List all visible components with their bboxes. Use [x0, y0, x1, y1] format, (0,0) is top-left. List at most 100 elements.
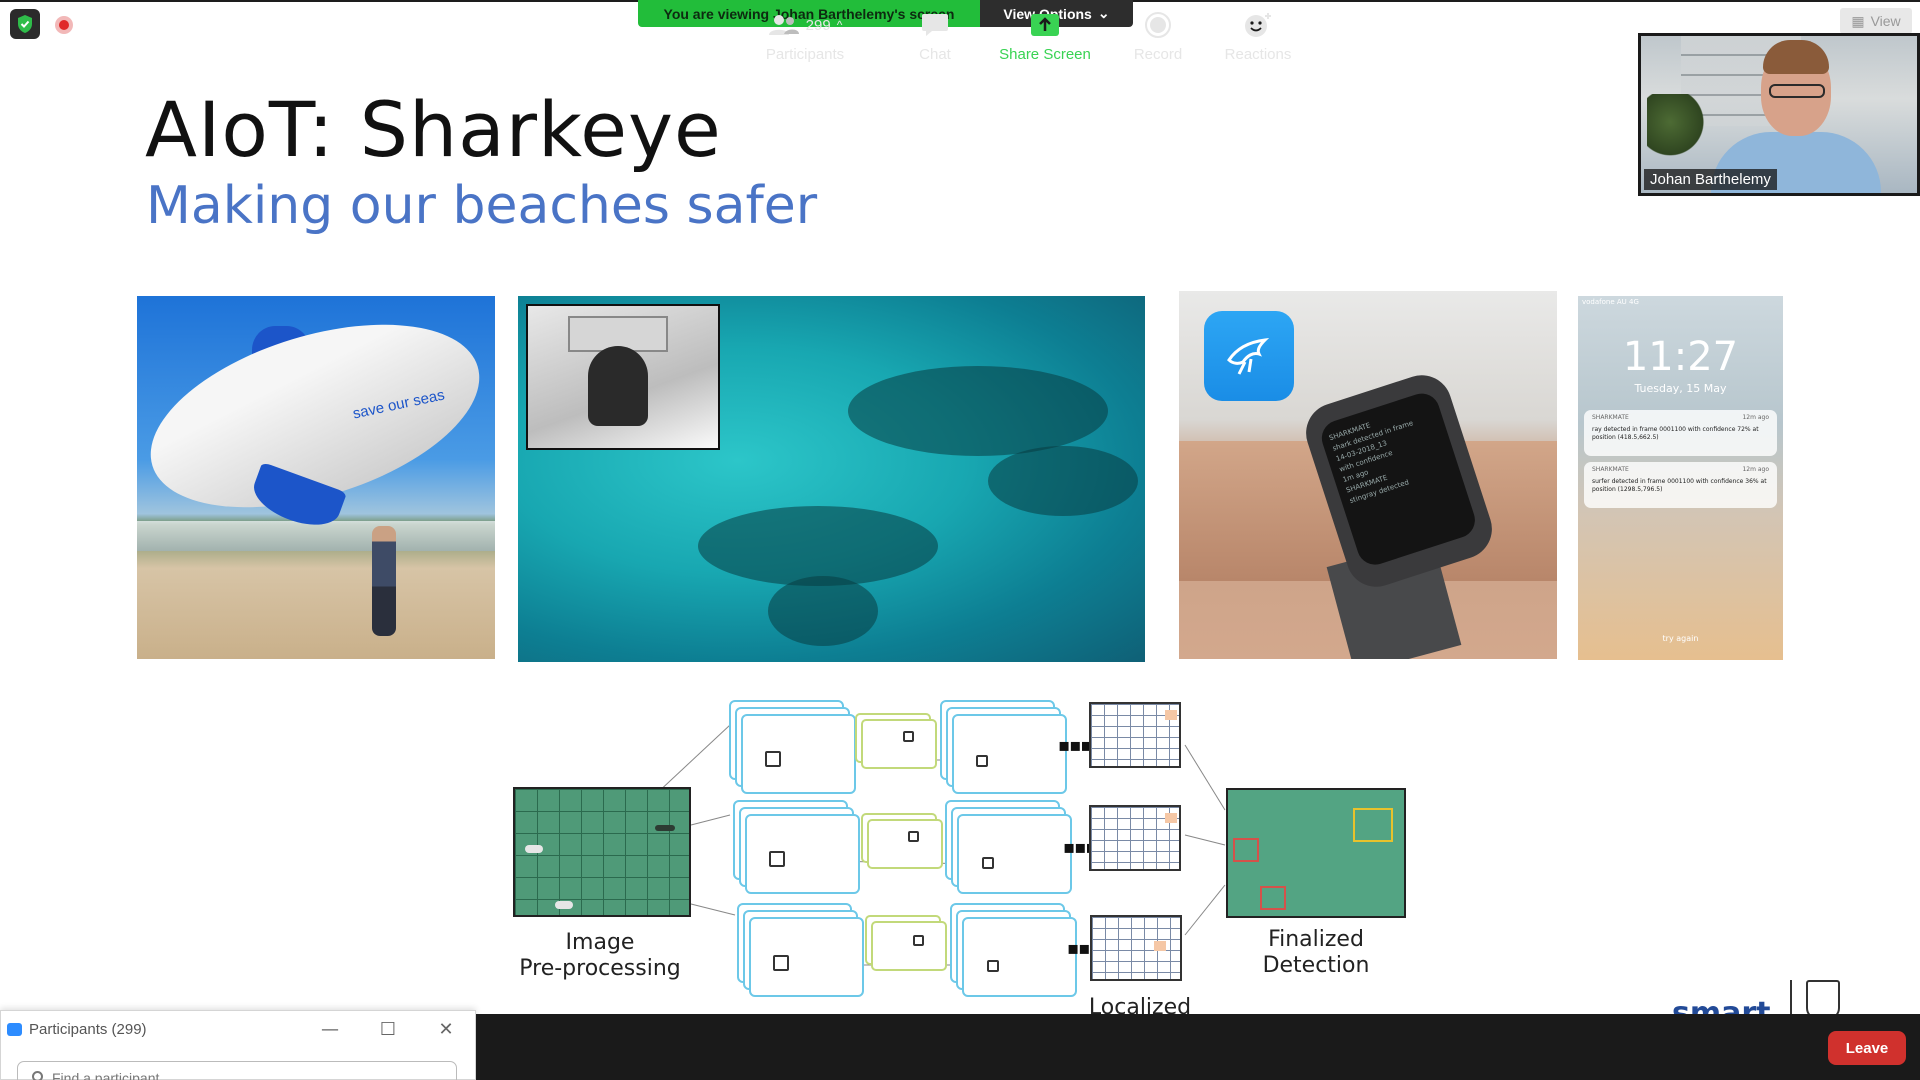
- share-screen-icon: [1031, 14, 1059, 36]
- anchor-box: [903, 731, 914, 742]
- search-placeholder: Find a participant: [52, 1070, 160, 1080]
- grid-view-icon: ▦: [1851, 12, 1865, 29]
- recording-indicator-icon: [55, 16, 73, 34]
- notification-app: SHARKMATE: [1592, 466, 1629, 473]
- leave-button[interactable]: Leave: [1828, 1031, 1906, 1065]
- feature-map-stack: [962, 917, 1077, 997]
- share-screen-button[interactable]: Share Screen: [995, 0, 1095, 66]
- phone-footer-text: try again: [1662, 634, 1699, 643]
- video-background-plant: [1647, 94, 1705, 164]
- slide-title: AIoT: Sharkeye: [145, 85, 722, 174]
- notification-text: ray detected in frame 0001100 with confi…: [1592, 426, 1759, 441]
- notification-time: 12m ago: [1742, 466, 1769, 473]
- phone-notification: SHARKMATE 12m ago ray detected in frame …: [1584, 410, 1777, 456]
- finalized-label: Finalized: [1268, 927, 1364, 952]
- record-label: Record: [1133, 46, 1183, 63]
- smartwatch-photo: SHARKMATE shark detected in frame 14-03-…: [1179, 291, 1557, 659]
- feature-map-stack: [741, 714, 856, 794]
- record-button[interactable]: Record: [1118, 0, 1198, 66]
- maximize-icon[interactable]: ☐: [373, 1015, 403, 1043]
- swimmer-dot: [555, 901, 573, 909]
- preprocessing-grid-image: [513, 787, 691, 917]
- anchor-box: [987, 960, 999, 972]
- swimmer-dot: [525, 845, 543, 853]
- participants-label: Participants: [765, 46, 845, 63]
- phone-lockscreen-photo: vodafone AU 4G 11:27 Tuesday, 15 May SHA…: [1578, 296, 1783, 660]
- view-button[interactable]: ▦ View: [1840, 8, 1912, 34]
- speaker-glasses: [1769, 84, 1825, 98]
- feature-map-stack: [745, 814, 860, 894]
- aerial-ocean-photo: [518, 296, 1145, 662]
- reef-shape: [848, 366, 1108, 456]
- anchor-box: [773, 955, 789, 971]
- share-screen-label: Share Screen: [999, 46, 1091, 63]
- anchor-box: [976, 755, 988, 767]
- small-feature-stack: [861, 719, 937, 769]
- phone-notification: SHARKMATE 12m ago surfer detected in fra…: [1584, 462, 1777, 508]
- minimize-icon[interactable]: —: [315, 1015, 345, 1043]
- localization-grid: [1090, 915, 1182, 981]
- localization-grid: [1089, 805, 1181, 871]
- camera-inset-photo: [526, 304, 720, 450]
- detection-pipeline-diagram: Image Pre-processing ▪▪▪ ▪▪▪ ▪▪ Localize…: [505, 695, 1425, 1020]
- anchor-box: [769, 851, 785, 867]
- phone-status-bar: vodafone AU 4G: [1582, 298, 1639, 306]
- participants-panel-title: Participants (299): [29, 1021, 147, 1038]
- shark-shape: [655, 825, 675, 831]
- person-figure: [372, 526, 396, 636]
- feature-map-stack: [957, 814, 1072, 894]
- sharkmate-app-icon: [1204, 311, 1294, 401]
- detection-label: Detection: [1262, 953, 1370, 978]
- close-icon[interactable]: ✕: [431, 1015, 461, 1043]
- preprocessing-label: Pre-processing: [519, 956, 681, 981]
- ellipsis-dots: ▪▪▪: [1058, 735, 1093, 756]
- feature-map-stack: [952, 714, 1067, 794]
- anchor-box: [913, 935, 924, 946]
- feature-map-stack: [749, 917, 864, 997]
- participant-name-label: Johan Barthelemy: [1644, 169, 1777, 190]
- participants-count: 299: [805, 16, 831, 34]
- notification-text: surfer detected in frame 0001100 with co…: [1592, 478, 1767, 493]
- reactions-icon: [1245, 13, 1271, 37]
- swimmer-detection-box: [1260, 886, 1286, 910]
- chevron-down-icon: ⌄: [1097, 5, 1110, 21]
- anchor-box: [765, 751, 781, 767]
- chat-button[interactable]: Chat: [900, 0, 970, 66]
- surf-wave: [137, 521, 495, 551]
- reef-shape: [988, 446, 1138, 516]
- notification-time: 12m ago: [1742, 414, 1769, 421]
- phone-date: Tuesday, 15 May: [1634, 382, 1727, 395]
- chat-icon: [922, 14, 948, 36]
- anchor-box: [908, 831, 919, 842]
- participants-panel[interactable]: Participants (299) — ☐ ✕ Find a particip…: [0, 1010, 476, 1080]
- image-label: Image: [565, 930, 635, 955]
- participants-button[interactable]: 299 ^ Participants: [750, 0, 860, 66]
- localization-grid: [1089, 702, 1181, 768]
- participant-search-input[interactable]: Find a participant: [17, 1061, 457, 1080]
- finalized-detection-image: [1226, 788, 1406, 918]
- view-label: View: [1870, 13, 1901, 29]
- security-shield-icon[interactable]: [10, 9, 40, 39]
- reactions-label: Reactions: [1224, 46, 1292, 63]
- speaker-hair: [1763, 40, 1829, 74]
- watch-screen: SHARKMATE shark detected in frame 14-03-…: [1317, 388, 1480, 570]
- slide-subtitle: Making our beaches safer: [146, 176, 818, 236]
- notification-app: SHARKMATE: [1592, 414, 1629, 421]
- participants-icon: [768, 15, 799, 35]
- meeting-toolbar: [476, 1014, 1920, 1080]
- small-feature-stack: [867, 819, 943, 869]
- zoom-app-icon: [7, 1023, 22, 1036]
- shark-detection-box: [1353, 808, 1393, 842]
- watch-notification-text: SHARKMATE shark detected in frame 14-03-…: [1328, 408, 1432, 507]
- blimp-photo: save our seas: [137, 296, 495, 659]
- chevron-up-icon[interactable]: ^: [837, 18, 843, 32]
- reactions-button[interactable]: Reactions: [1213, 0, 1303, 66]
- camera-icon: [588, 346, 648, 426]
- record-icon: [1145, 12, 1171, 38]
- swimmer-detection-box: [1233, 838, 1259, 862]
- reef-shape: [698, 506, 938, 586]
- chat-label: Chat: [919, 46, 951, 63]
- search-icon: [32, 1071, 43, 1080]
- phone-clock: 11:27: [1622, 334, 1739, 380]
- speaker-video-thumbnail[interactable]: Johan Barthelemy: [1638, 33, 1920, 196]
